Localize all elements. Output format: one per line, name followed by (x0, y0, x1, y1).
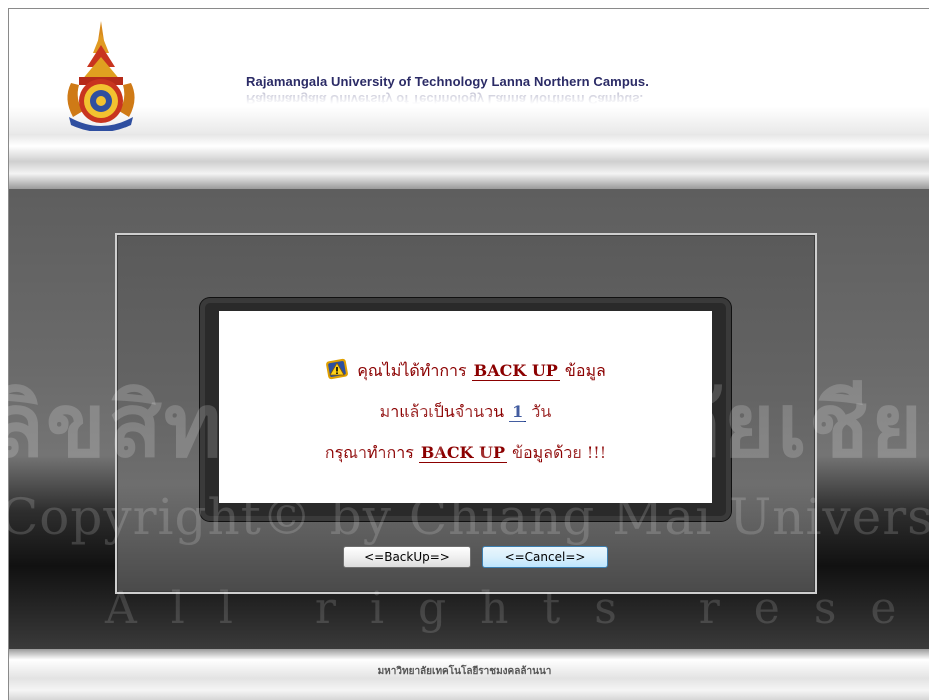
message-text: คุณไม่ได้ทำการ (357, 361, 472, 380)
message-box: คุณไม่ได้ทำการ BACK UP ข้อมูล มาแล้วเป็น… (219, 311, 712, 503)
footer-text: มหาวิทยาลัยเทคโนโลยีราชมงคลล้านนา (377, 666, 552, 677)
message-text: มาแล้วเป็นจำนวน (379, 402, 510, 421)
backup-button[interactable]: <=BackUp=> (343, 546, 471, 568)
message-line-2: มาแล้วเป็นจำนวน 1 วัน (219, 400, 712, 425)
header: Rajamangala University of Technology Lan… (9, 9, 929, 134)
message-text: ข้อมูล (559, 361, 606, 380)
backup-keyword: BACK UP (471, 361, 560, 381)
days-count: 1 (509, 402, 527, 422)
message-text: ข้อมูลด้วย !!! (507, 443, 607, 462)
site-title-reflection: Rajamangala University of Technology Lan… (246, 92, 644, 107)
cancel-button[interactable]: <=Cancel=> (482, 546, 608, 568)
university-logo (67, 21, 135, 131)
warning-sign-icon (326, 358, 349, 380)
backup-keyword: BACK UP (418, 443, 508, 463)
message-line-3: กรุณาทำการ BACK UP ข้อมูลด้วย !!! (219, 441, 712, 466)
site-title: Rajamangala University of Technology Lan… (246, 74, 649, 89)
header-divider-band (9, 134, 929, 189)
message-line-1: คุณไม่ได้ทำการ BACK UP ข้อมูล (219, 357, 712, 384)
message-text: วัน (526, 402, 552, 421)
message-text: กรุณาทำการ (324, 443, 419, 462)
